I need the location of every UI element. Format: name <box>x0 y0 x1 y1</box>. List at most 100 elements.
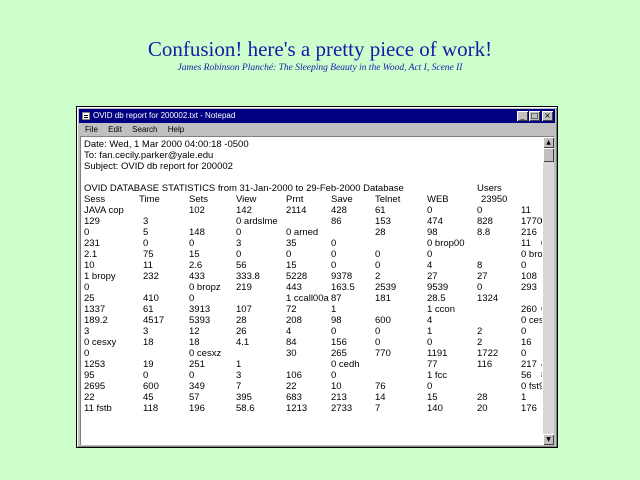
table-cell: 176 <box>521 403 537 414</box>
table-cell: 0 <box>375 260 381 271</box>
table-cell: 349 <box>189 381 205 392</box>
minimize-button[interactable]: _ <box>517 111 528 121</box>
table-cell: 22 <box>84 392 95 403</box>
scroll-thumb[interactable] <box>543 148 554 162</box>
table-cell: 400 <box>541 359 542 370</box>
table-cell: 293 <box>521 282 537 293</box>
column-header: Sets <box>189 194 209 205</box>
table-cell: 3913 <box>189 304 211 315</box>
table-cell: 86 <box>541 370 542 381</box>
table-cell: 118 <box>143 403 159 414</box>
table-cell: 2 <box>477 326 483 337</box>
table-cell: 57 <box>189 392 200 403</box>
scroll-down-button[interactable]: ▼ <box>543 434 554 445</box>
table-cell: 0 cesxz <box>189 348 222 359</box>
table-cell: 86 <box>331 216 342 227</box>
table-cell: 232 <box>143 271 159 282</box>
table-cell: 828 <box>477 216 493 227</box>
table-cell: 0 cesxy <box>84 337 117 348</box>
table-cell: 0 <box>143 370 149 381</box>
table-cell: 0 <box>331 260 337 271</box>
table-cell: 72 <box>286 304 297 315</box>
table-cell: 11 fstb <box>84 403 112 414</box>
table-cell: 0 <box>331 238 337 249</box>
table-cell: 216 <box>521 227 537 238</box>
table-row: 10 11 2.6 56 15 0 0 4 8 0 <box>81 260 542 271</box>
table-cell: 4517 <box>143 315 165 326</box>
table-cell: 0 cedh <box>331 359 360 370</box>
table-cell: 56 <box>521 370 532 381</box>
table-cell: 25 <box>84 293 95 304</box>
table-cell: 1 ccall00a <box>286 293 329 304</box>
table-cell: 56 <box>236 260 247 271</box>
table-cell: 10 <box>331 381 342 392</box>
table-cell: 19 <box>143 359 154 370</box>
table-cell: 75 <box>143 249 154 260</box>
table-cell: 95 <box>84 370 95 381</box>
table-cell: 16 <box>521 337 532 348</box>
vertical-scrollbar[interactable]: ▲ ▼ <box>543 137 554 445</box>
table-row: 1 bropy 232 433 333.8 5228 9378 2 27 27 108 <box>81 271 542 282</box>
report-banner-title: OVID DATABASE STATISTICS from 31-Jan-200… <box>84 183 404 194</box>
text-area[interactable]: Date: Wed, 1 Mar 2000 04:00:18 -0500 To:… <box>81 137 542 445</box>
table-cell: 443 <box>286 282 302 293</box>
table-cell: 20 <box>477 403 488 414</box>
table-cell: 30 <box>286 348 297 359</box>
table-cell: 217 <box>521 359 537 370</box>
table-cell: 148 <box>189 227 205 238</box>
table-cell: 15 <box>189 249 200 260</box>
table-cell: 35 <box>286 238 297 249</box>
email-to-line: To: fan.cecily.parker@yale.edu <box>84 150 214 161</box>
table-cell: 2733 <box>331 403 353 414</box>
table-row: 189.2 4517 5393 28 208 98 600 4 0 cesx99 <box>81 315 542 326</box>
table-cell: 87 <box>331 293 342 304</box>
table-cell: 1337 <box>84 304 106 315</box>
table-cell: 0 cesx99 <box>521 315 542 326</box>
table-row: 2.1 75 15 0 0 0 0 0 0 brop99 <box>81 249 542 260</box>
table-cell: 0 <box>477 205 483 216</box>
window-titlebar[interactable]: OVID db report for 200002.txt - Notepad … <box>79 109 555 123</box>
table-cell: 18 <box>189 337 200 348</box>
menu-file[interactable]: File <box>85 124 98 135</box>
slide-subtitle: James Robinson Planché: The Sleeping Bea… <box>177 63 463 73</box>
table-cell: 1 ccon <box>427 304 455 315</box>
table-cell: 3 <box>143 216 149 227</box>
menu-edit[interactable]: Edit <box>108 124 122 135</box>
table-cell: 0 <box>477 282 483 293</box>
email-date-line: Date: Wed, 1 Mar 2000 04:00:18 -0500 <box>84 139 249 150</box>
table-cell: 2 <box>375 271 381 282</box>
text-editor[interactable]: Date: Wed, 1 Mar 2000 04:00:18 -0500 To:… <box>80 136 554 445</box>
table-cell: 1770 <box>521 216 542 227</box>
table-cell: 4 <box>286 326 292 337</box>
menu-search[interactable]: Search <box>132 124 157 135</box>
table-cell: 28 <box>236 315 247 326</box>
table-cell: 0 <box>375 337 381 348</box>
table-cell: 1191 <box>427 348 448 359</box>
table-cell: 9539 <box>427 282 449 293</box>
maximize-button[interactable]: □ <box>529 111 540 121</box>
table-cell: 61 <box>375 205 386 216</box>
table-cell: 7 <box>236 381 242 392</box>
table-cell: 0 <box>286 249 292 260</box>
column-header: WEB <box>427 194 449 205</box>
column-header: View <box>236 194 257 205</box>
table-cell: 15 <box>286 260 297 271</box>
table-cell: 0 bropz <box>189 282 221 293</box>
scroll-up-button[interactable]: ▲ <box>543 137 554 148</box>
table-cell: 22 <box>286 381 297 392</box>
close-button[interactable]: × <box>542 111 553 121</box>
menu-help[interactable]: Help <box>168 124 184 135</box>
table-cell: 1324 <box>477 293 499 304</box>
table-cell: 11 <box>521 238 531 249</box>
column-header: Prnt <box>286 194 304 205</box>
table-cell: 3 <box>236 238 242 249</box>
table-cell: 1 bropy <box>84 271 116 282</box>
table-cell: 28.5 <box>427 293 446 304</box>
table-cell: 11 <box>143 260 153 271</box>
table-row: 129 3 0 ardslme 86 153 474 828 17700 <box>81 216 542 227</box>
table-cell: 156 <box>331 337 347 348</box>
table-cell: 0 <box>331 249 337 260</box>
table-cell: 45 <box>143 392 154 403</box>
table-cell: 251 <box>189 359 205 370</box>
table-cell: 0 <box>189 238 195 249</box>
